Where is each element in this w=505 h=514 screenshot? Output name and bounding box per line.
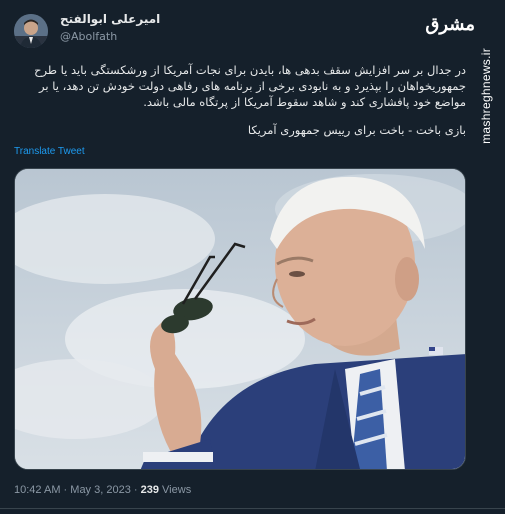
tweet-meta: 10:42 AM · May 3, 2023 · 239 Views: [14, 484, 191, 496]
tweet-paragraph-1: در جدال بر سر افزایش سقف بدهی ها، بایدن …: [34, 63, 466, 109]
author-name[interactable]: امیرعلی ابوالفتح: [60, 12, 160, 26]
tweet-text: در جدال بر سر افزایش سقف بدهی ها، بایدن …: [14, 62, 466, 138]
translate-tweet-link[interactable]: Translate Tweet: [14, 146, 85, 157]
views-label: Views: [162, 484, 192, 496]
tweet-date[interactable]: May 3, 2023: [70, 484, 131, 496]
tweet-photo[interactable]: [14, 168, 466, 470]
tweet-card: امیرعلی ابوالفتح @Abolfath مشرق mashregh…: [0, 0, 505, 514]
avatar[interactable]: [14, 14, 48, 48]
tweet-time[interactable]: 10:42 AM: [14, 484, 60, 496]
photo-illustration: [15, 169, 465, 469]
divider: [0, 508, 505, 509]
views-count[interactable]: 239: [141, 484, 159, 496]
watermark-logo: مشرق: [425, 14, 475, 35]
meta-separator: ·: [63, 484, 68, 496]
tweet-paragraph-2: بازی باخت - باخت برای رییس جمهوری آمریکا: [247, 123, 466, 137]
author-handle[interactable]: @Abolfath: [60, 30, 160, 43]
author-block: امیرعلی ابوالفتح @Abolfath: [60, 12, 160, 43]
watermark-url: mashreghnews.ir: [479, 48, 493, 144]
meta-separator-2: ·: [133, 484, 138, 496]
